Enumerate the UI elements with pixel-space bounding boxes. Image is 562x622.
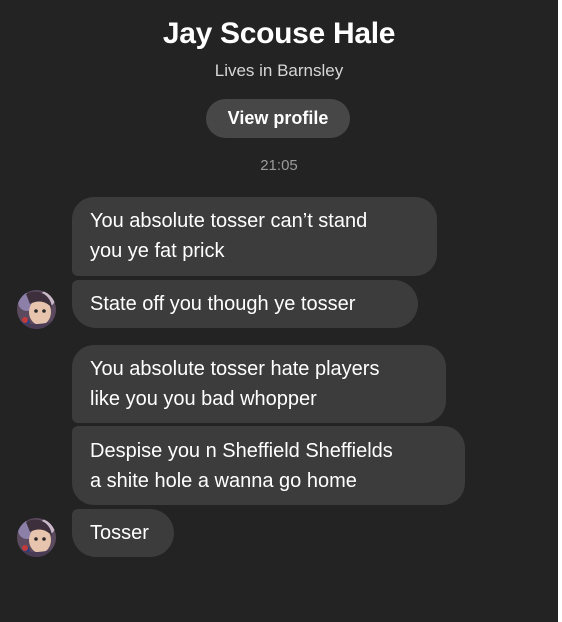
contact-location: Lives in Barnsley: [214, 61, 344, 80]
message-bubble[interactable]: You absolute tosser hate players like yo…: [72, 345, 446, 423]
messenger-screen: Jay Scouse Hale Lives in Barnsley View p…: [0, 0, 562, 622]
message-bubble[interactable]: You absolute tosser can’t stand you ye f…: [72, 197, 437, 276]
profile-photo-avatar-icon: [17, 518, 56, 557]
avatar[interactable]: [17, 290, 56, 329]
message-text-line: like you you bad whopper: [90, 388, 317, 410]
conversation-view[interactable]: Jay Scouse Hale Lives in Barnsley View p…: [0, 0, 558, 622]
message-text-line: Despise you n Sheffield Sheffields: [90, 440, 393, 462]
message-text-line: State off you though ye tosser: [90, 293, 356, 315]
message-text-line: Tosser: [90, 522, 149, 544]
message-text-line: you ye fat prick: [90, 240, 225, 262]
message-text-line: You absolute tosser can’t stand: [90, 210, 368, 232]
message-text-line: You absolute tosser hate players: [90, 358, 380, 380]
view-profile-button[interactable]: View profile: [206, 99, 350, 138]
avatar[interactable]: [17, 518, 56, 557]
message-timestamp: 21:05: [260, 157, 298, 174]
contact-name: Jay Scouse Hale: [162, 17, 396, 50]
message-text-line: a shite hole a wanna go home: [90, 470, 357, 492]
message-bubble[interactable]: Despise you n Sheffield Sheffields a shi…: [72, 426, 465, 505]
message-bubble[interactable]: State off you though ye tosser: [72, 280, 418, 328]
profile-photo-avatar-icon: [17, 290, 56, 329]
message-bubble[interactable]: Tosser: [72, 509, 174, 557]
